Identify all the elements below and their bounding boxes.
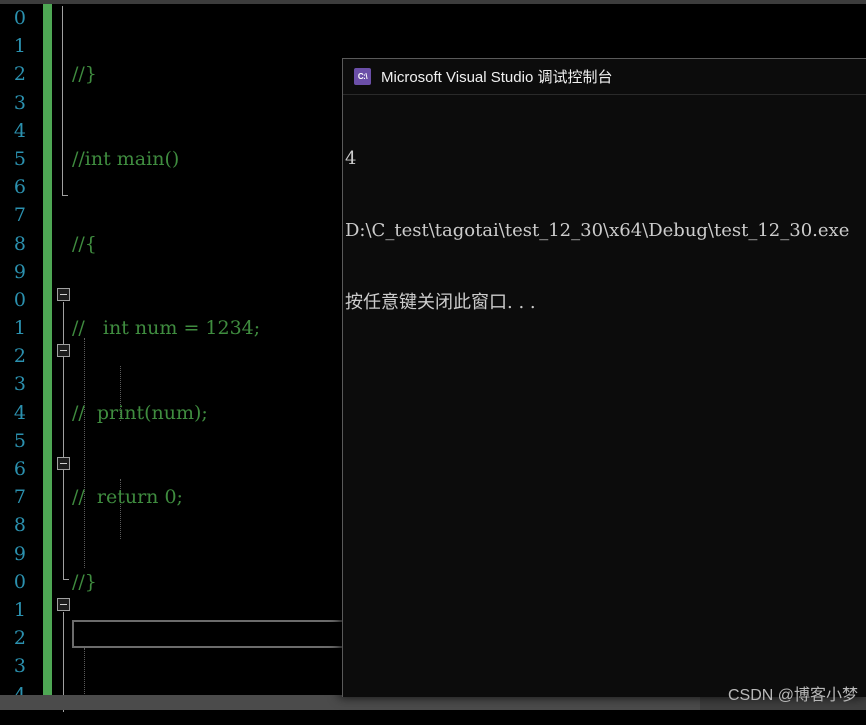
fold-bracket-line [62, 6, 63, 196]
line-number: 3 [13, 91, 26, 114]
code-token-comment: //} [72, 63, 97, 86]
line-number-gutter: 0 1 2 3 4 5 6 7 8 9 0 1 2 3 4 5 6 7 8 9 … [0, 4, 28, 710]
line-number: 3 [13, 655, 26, 678]
line-number: 7 [13, 204, 26, 227]
fold-toggle-icon[interactable] [57, 344, 70, 357]
line-number: 0 [13, 7, 26, 29]
screenshot-root: 0 1 2 3 4 5 6 7 8 9 0 1 2 3 4 5 6 7 8 9 … [0, 0, 866, 725]
line-number: 2 [13, 63, 26, 86]
code-token-comment: // int num = 1234; [72, 317, 261, 340]
line-number: 0 [13, 570, 26, 593]
line-number: 2 [13, 627, 26, 650]
line-number: 0 [13, 288, 26, 311]
fold-bracket-line [63, 358, 64, 426]
line-number: 2 [13, 345, 26, 368]
line-number: 6 [13, 458, 26, 480]
console-app-icon: C:\ [354, 68, 371, 85]
fold-toggle-icon[interactable] [57, 598, 70, 611]
console-output-line: 4 [345, 148, 357, 169]
line-number: 9 [13, 260, 26, 283]
console-output-line: 按任意键关闭此窗口. . . [345, 292, 536, 313]
line-number: 5 [13, 429, 26, 452]
line-number: 8 [13, 232, 26, 255]
console-window-title: Microsoft Visual Studio 调试控制台 [381, 69, 613, 86]
code-token-comment: // print(num); [72, 401, 208, 424]
line-number: 1 [13, 598, 26, 621]
fold-toggle-icon[interactable] [57, 288, 70, 301]
code-token-comment: // return 0; [72, 486, 183, 509]
csdn-watermark: CSDN @博客小梦 [727, 687, 858, 704]
change-indicator-bar [43, 4, 52, 710]
line-number: 8 [13, 514, 26, 537]
line-number: 1 [13, 35, 26, 58]
code-token-comment: //{ [72, 232, 97, 255]
horizontal-scrollbar-thumb[interactable] [0, 695, 700, 710]
line-number: 3 [13, 373, 26, 396]
line-number: 4 [13, 401, 26, 424]
fold-bracket-foot [62, 195, 68, 196]
line-number: 1 [13, 317, 26, 340]
console-output-area[interactable]: 4 D:\C_test\tagotai\test_12_30\x64\Debug… [343, 95, 866, 695]
fold-toggle-icon[interactable] [57, 457, 70, 470]
console-output-line: D:\C_test\tagotai\test_12_30\x64\Debug\t… [345, 220, 850, 241]
line-number: 5 [13, 147, 26, 170]
console-title-bar[interactable]: C:\ Microsoft Visual Studio 调试控制台 [343, 59, 866, 95]
line-number: 6 [13, 176, 26, 199]
line-number: 4 [13, 119, 26, 142]
fold-bracket-foot [63, 579, 69, 580]
line-number: 7 [13, 486, 26, 509]
code-token-comment: //} [72, 570, 97, 593]
line-number: 9 [13, 542, 26, 565]
code-token-comment: //int main() [72, 148, 180, 170]
debug-console-window[interactable]: C:\ Microsoft Visual Studio 调试控制台 4 D:\C… [342, 58, 866, 697]
